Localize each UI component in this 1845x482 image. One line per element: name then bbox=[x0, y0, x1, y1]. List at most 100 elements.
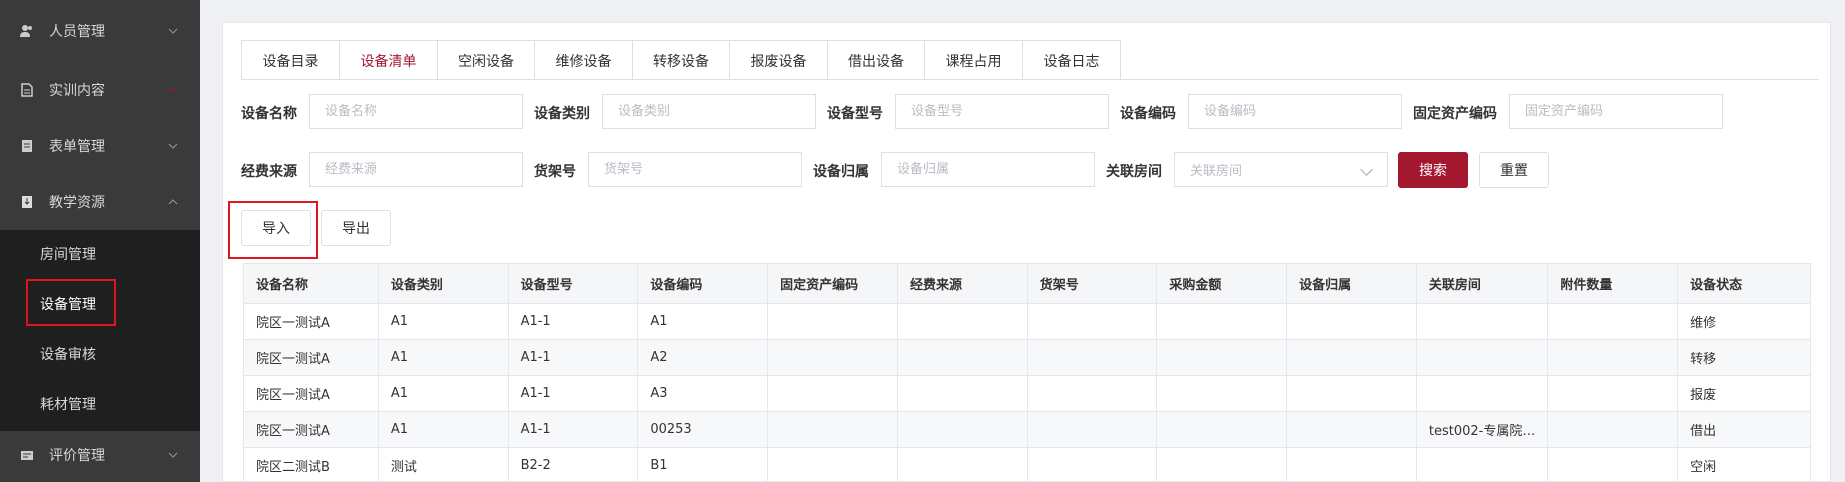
chevron-down-icon bbox=[168, 28, 178, 34]
name-input[interactable] bbox=[309, 94, 523, 129]
column-header[interactable]: 关联房间 bbox=[1415, 263, 1549, 304]
column-header[interactable]: 设备编码 bbox=[637, 263, 769, 304]
table-row[interactable]: 院区一测试A A1 A1-1 A2 转移 bbox=[243, 339, 1811, 376]
menu-evaluation[interactable]: 评价管理 bbox=[0, 427, 200, 482]
column-header[interactable]: 附件数量 bbox=[1547, 263, 1679, 304]
table-cell: 00253 bbox=[637, 411, 769, 448]
submenu-teaching-resources: 房间管理 设备管理 设备审核 耗材管理 bbox=[0, 230, 200, 431]
table-row[interactable]: 院区一测试A A1 A1-1 A3 报废 bbox=[243, 375, 1811, 412]
filter-label-name: 设备名称 bbox=[241, 106, 297, 122]
shelf-input[interactable] bbox=[588, 152, 802, 187]
table-cell bbox=[1286, 339, 1417, 376]
equipment-table: 设备名称 设备类别 设备型号 设备编码 固定资产编码 经费来源 货架号 采购金额… bbox=[243, 263, 1811, 482]
tab-repair-equipment[interactable]: 维修设备 bbox=[535, 41, 633, 80]
tab-transfer-equipment[interactable]: 转移设备 bbox=[633, 41, 730, 80]
table-cell bbox=[767, 303, 898, 340]
column-header[interactable]: 设备型号 bbox=[507, 263, 639, 304]
menu-forms[interactable]: 表单管理 bbox=[0, 118, 200, 174]
column-header[interactable]: 采购金额 bbox=[1156, 263, 1288, 304]
status-cell: 转移 bbox=[1677, 339, 1811, 376]
table-cell: A2 bbox=[637, 339, 769, 376]
tab-course-usage[interactable]: 课程占用 bbox=[925, 41, 1023, 80]
export-button[interactable]: 导出 bbox=[321, 210, 391, 246]
table-cell: A1-1 bbox=[507, 339, 639, 376]
submenu-item-rooms[interactable]: 房间管理 bbox=[40, 244, 96, 264]
sidebar: 人员管理 实训内容 表单管理 教学资源 房间管理 设备管理 设备审核 耗材管理 … bbox=[0, 0, 200, 482]
table-cell bbox=[767, 411, 898, 448]
tab-equipment-list[interactable]: 设备清单 bbox=[340, 41, 438, 80]
filter-label-fund: 经费来源 bbox=[241, 164, 297, 180]
menu-label: 实训内容 bbox=[49, 83, 105, 99]
table-cell bbox=[767, 375, 898, 412]
table-cell bbox=[1286, 411, 1417, 448]
category-input[interactable] bbox=[602, 94, 816, 129]
filter-label-code: 设备编码 bbox=[1120, 106, 1176, 122]
column-header[interactable]: 固定资产编码 bbox=[767, 263, 898, 304]
column-header[interactable]: 设备状态 bbox=[1677, 263, 1811, 304]
column-header[interactable]: 货架号 bbox=[1026, 263, 1158, 304]
filter-label-room: 关联房间 bbox=[1106, 164, 1162, 180]
tab-equipment-catalog[interactable]: 设备目录 bbox=[242, 41, 340, 80]
tab-lent-equipment[interactable]: 借出设备 bbox=[828, 41, 925, 80]
column-header[interactable]: 设备类别 bbox=[377, 263, 509, 304]
search-button[interactable]: 搜索 bbox=[1398, 152, 1468, 188]
table-cell: A1-1 bbox=[507, 303, 639, 340]
tab-bar: 设备目录 设备清单 空闲设备 维修设备 转移设备 报废设备 借出设备 课程占用 … bbox=[241, 40, 1121, 80]
table-row[interactable]: 院区一测试A A1 A1-1 00253 test002-专属院… 借出 bbox=[243, 411, 1811, 448]
table-cell: 测试 bbox=[377, 447, 509, 482]
tab-scrapped-equipment[interactable]: 报废设备 bbox=[730, 41, 828, 80]
menu-teaching-resources[interactable]: 教学资源 bbox=[0, 174, 200, 230]
table-cell: 院区一测试A bbox=[243, 375, 379, 412]
submenu-item-equipment-review[interactable]: 设备审核 bbox=[40, 344, 96, 364]
tab-divider bbox=[241, 79, 1819, 80]
filter-label-asset-code: 固定资产编码 bbox=[1413, 106, 1497, 122]
model-input[interactable] bbox=[895, 94, 1109, 129]
asset-code-input[interactable] bbox=[1509, 94, 1723, 129]
table-cell bbox=[1547, 447, 1679, 482]
table-header-row: 设备名称 设备类别 设备型号 设备编码 固定资产编码 经费来源 货架号 采购金额… bbox=[243, 263, 1811, 304]
table-row[interactable]: 院区二测试B 测试 B2-2 B1 空闲 bbox=[243, 447, 1811, 482]
status-cell: 空闲 bbox=[1677, 447, 1811, 482]
reset-button[interactable]: 重置 bbox=[1479, 152, 1549, 188]
column-header[interactable]: 设备名称 bbox=[243, 263, 379, 304]
fund-input[interactable] bbox=[309, 152, 523, 187]
table-cell bbox=[767, 447, 898, 482]
menu-label: 人员管理 bbox=[49, 24, 105, 40]
menu-personnel[interactable]: 人员管理 bbox=[0, 3, 200, 59]
form-icon bbox=[22, 140, 32, 152]
table-cell bbox=[1286, 447, 1417, 482]
table-cell: A1-1 bbox=[507, 375, 639, 412]
table-cell bbox=[1286, 303, 1417, 340]
table-cell bbox=[1286, 375, 1417, 412]
tab-equipment-log[interactable]: 设备日志 bbox=[1023, 41, 1120, 80]
column-header[interactable]: 经费来源 bbox=[896, 263, 1028, 304]
table-cell bbox=[1415, 303, 1549, 340]
table-cell bbox=[1415, 375, 1549, 412]
table-cell bbox=[896, 375, 1028, 412]
chevron-down-icon bbox=[168, 87, 178, 93]
tab-idle-equipment[interactable]: 空闲设备 bbox=[438, 41, 535, 80]
table-cell bbox=[1026, 375, 1158, 412]
menu-training[interactable]: 实训内容 bbox=[0, 62, 200, 118]
menu-label: 表单管理 bbox=[49, 139, 105, 155]
chevron-up-icon bbox=[168, 199, 178, 205]
table-cell bbox=[896, 339, 1028, 376]
user-icon bbox=[20, 25, 32, 37]
table-cell bbox=[1547, 339, 1679, 376]
submenu-item-consumables[interactable]: 耗材管理 bbox=[40, 394, 96, 414]
table-cell bbox=[896, 411, 1028, 448]
code-input[interactable] bbox=[1188, 94, 1402, 129]
table-cell bbox=[896, 303, 1028, 340]
table-cell bbox=[767, 339, 898, 376]
table-cell bbox=[1026, 411, 1158, 448]
document-icon bbox=[21, 83, 33, 97]
table-cell: A1 bbox=[377, 375, 509, 412]
column-header[interactable]: 设备归属 bbox=[1286, 263, 1417, 304]
table-cell: 院区一测试A bbox=[243, 411, 379, 448]
room-select[interactable]: 关联房间 bbox=[1174, 152, 1388, 187]
owner-input[interactable] bbox=[881, 152, 1095, 187]
table-cell bbox=[1156, 339, 1288, 376]
table-cell bbox=[1156, 375, 1288, 412]
table-row[interactable]: 院区一测试A A1 A1-1 A1 维修 bbox=[243, 303, 1811, 340]
filter-label-category: 设备类别 bbox=[534, 106, 590, 122]
